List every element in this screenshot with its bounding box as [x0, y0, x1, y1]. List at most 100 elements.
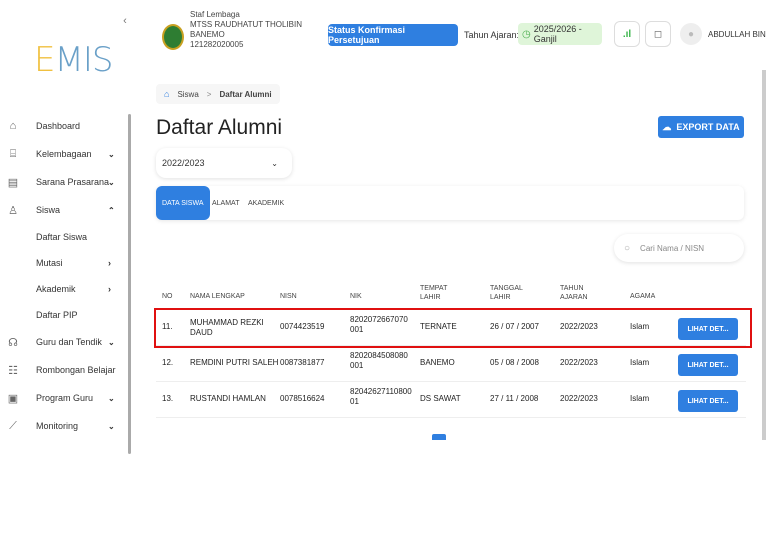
col-tanggal-2: LAHIR [490, 294, 511, 301]
lihat-detail-button[interactable]: LIHAT DET... [678, 390, 738, 412]
signal-icon[interactable]: .ıl [614, 21, 640, 47]
breadcrumb-current: Daftar Alumni [219, 89, 272, 99]
cell-no: 13. [162, 394, 174, 403]
year-select-value: 2022/2023 [162, 158, 205, 168]
sidebar-item-label: Guru dan Tendik [36, 337, 102, 347]
breadcrumb: ⌂ Siswa > Daftar Alumni [156, 84, 280, 104]
cell-nisn: 0074423519 [280, 322, 325, 331]
sidebar-item-sarana[interactable]: ▤ Sarana Prasarana ⌄ [0, 168, 132, 196]
sidebar-item-label: Program Guru [36, 393, 94, 403]
col-tahun-1: TAHUN [560, 285, 584, 292]
sidebar-collapse-button[interactable]: ‹ [118, 14, 132, 28]
year-select[interactable]: 2022/2023 ⌄ [156, 148, 292, 178]
cell-no: 12. [162, 358, 174, 367]
sidebar-item-siswa[interactable]: ♙ Siswa ⌃ [0, 196, 132, 224]
table-row: 13. RUSTANDI HAMLAN 0078516624 820426271… [156, 382, 746, 418]
emis-logo[interactable]: EMIS [34, 40, 113, 80]
sidebar-nav: ⌂ Dashboard ⌸ Kelembagaan ⌄ ▤ Sarana Pra… [0, 112, 132, 440]
cell-tahun: 2022/2023 [560, 358, 598, 367]
school-logo [162, 24, 184, 50]
school-info: Staf Lembaga MTSS RAUDHATUT THOLIBIN BAN… [190, 10, 302, 50]
breadcrumb-parent[interactable]: Siswa [177, 90, 198, 99]
sidebar-item-guru[interactable]: ☊ Guru dan Tendik ⌄ [0, 328, 132, 356]
sidebar-item-label: Siswa [36, 205, 61, 215]
tab-akademik[interactable]: AKADEMIK [248, 186, 284, 220]
avatar[interactable]: ● [680, 23, 702, 45]
col-tempat: TEMPAT LAHIR [420, 284, 447, 302]
chevron-down-icon: ⌄ [271, 158, 278, 168]
chevron-right-icon: › [108, 284, 111, 294]
tab-data-siswa[interactable]: DATA SISWA [156, 186, 210, 220]
sidebar-item-kelembagaan[interactable]: ⌸ Kelembagaan ⌄ [0, 140, 132, 168]
search-icon: ○ [624, 242, 631, 254]
cell-no: 11. [162, 322, 173, 331]
sidebar-subitem-label: Akademik [36, 284, 76, 294]
tabs-bar: DATA SISWA ALAMAT AKADEMIK [156, 186, 744, 220]
col-agama: AGAMA [630, 293, 656, 300]
cell-tanggal: 27 / 11 / 2008 [490, 394, 539, 403]
table-row: 12. REMDINI PUTRI SALEH 0087381877 82020… [156, 346, 746, 382]
sidebar-subitem-daftar-pip[interactable]: Daftar PIP [0, 302, 132, 328]
breadcrumb-separator: > [206, 89, 212, 99]
page-scrollbar[interactable] [762, 70, 766, 440]
tahun-ajaran-badge[interactable]: ◷ 2025/2026 - Ganjil [518, 23, 602, 45]
cell-tempat: DS SAWAT [420, 394, 461, 403]
status-konfirmasi-button[interactable]: Status Konfirmasi Persetujuan [328, 24, 458, 46]
chevron-right-icon: › [108, 258, 111, 268]
search-placeholder: Cari Nama / NISN [640, 243, 705, 253]
col-tempat-1: TEMPAT [420, 285, 448, 292]
table-header: NO NAMA LENGKAP NISN NIK TEMPAT LAHIR TAN… [156, 276, 746, 310]
chevron-up-icon: ⌃ [108, 205, 115, 215]
sidebar-subitem-akademik[interactable]: Akademik › [0, 276, 132, 302]
sidebar-item-label: Kelembagaan [36, 149, 92, 159]
sidebar-item-dashboard[interactable]: ⌂ Dashboard [0, 112, 132, 140]
chevron-down-icon: ⌄ [108, 421, 115, 431]
col-nama: NAMA LENGKAP [190, 293, 245, 300]
tab-alamat[interactable]: ALAMAT [212, 186, 240, 220]
main-content: ⌂ Siswa > Daftar Alumni Daftar Alumni ☁ … [140, 76, 768, 440]
sidebar-item-monitoring[interactable]: ⟋ Monitoring ⌄ [0, 412, 132, 440]
sidebar-item-rombel[interactable]: ☷ Rombongan Belajar [0, 356, 132, 384]
cell-nisn: 0078516624 [280, 394, 325, 403]
staff-label: Staf Lembaga [190, 10, 240, 19]
institution-icon: ⌸ [9, 147, 17, 160]
sidebar-subitem-label: Daftar Siswa [36, 232, 88, 242]
chevron-down-icon: ⌄ [108, 337, 115, 347]
tahun-ajaran-value: 2025/2026 - Ganjil [533, 24, 582, 44]
cell-agama: Islam [630, 358, 650, 367]
sidebar-subitem-mutasi[interactable]: Mutasi › [0, 250, 132, 276]
sidebar-subitem-daftar-siswa[interactable]: Daftar Siswa [0, 224, 132, 250]
cell-tanggal: 05 / 08 / 2008 [490, 358, 539, 367]
sidebar-item-program-guru[interactable]: ▣ Program Guru ⌄ [0, 384, 132, 412]
tahun-ajaran-label: Tahun Ajaran: [464, 30, 520, 40]
col-nisn: NISN [280, 293, 297, 300]
sidebar-subitem-label: Daftar PIP [36, 310, 78, 320]
school-id: 121282020005 [190, 40, 244, 49]
search-input[interactable]: ○ Cari Nama / NISN [614, 234, 744, 262]
chart-icon: ⟋ [9, 419, 17, 432]
pagination-indicator[interactable] [432, 434, 446, 440]
cell-tahun: 2022/2023 [560, 394, 598, 403]
home-icon: ⌂ [9, 120, 17, 132]
user-name[interactable]: ABDULLAH BIN BA [708, 30, 768, 39]
page-title: Daftar Alumni [156, 116, 283, 139]
sidebar-scrollbar[interactable] [128, 114, 131, 454]
cloud-download-icon: ☁ [662, 121, 672, 132]
lihat-detail-button[interactable]: LIHAT DET... [678, 318, 738, 340]
building-icon: ▤ [7, 176, 19, 189]
cell-nik: 8202084508080001 [350, 351, 408, 370]
cell-nama: MUHAMMAD REZKI DAUD [190, 318, 264, 338]
home-icon[interactable]: ⌂ [164, 89, 169, 99]
col-tahun: TAHUN AJARAN [560, 284, 588, 302]
col-tanggal: TANGGAL LAHIR [490, 284, 523, 302]
chevron-down-icon: ⌄ [108, 177, 115, 187]
user-icon: ♙ [8, 204, 18, 217]
bell-icon[interactable]: ◻ [645, 21, 671, 47]
teachers-icon: ☊ [8, 336, 18, 349]
cell-nama: REMDINI PUTRI SALEH [190, 358, 279, 367]
lihat-detail-button[interactable]: LIHAT DET... [678, 354, 738, 376]
sidebar-item-label: Monitoring [36, 421, 79, 431]
school-name-2: BANEMO [190, 30, 225, 39]
cell-tahun: 2022/2023 [560, 322, 598, 331]
export-data-button[interactable]: ☁ EXPORT DATA [658, 116, 744, 138]
